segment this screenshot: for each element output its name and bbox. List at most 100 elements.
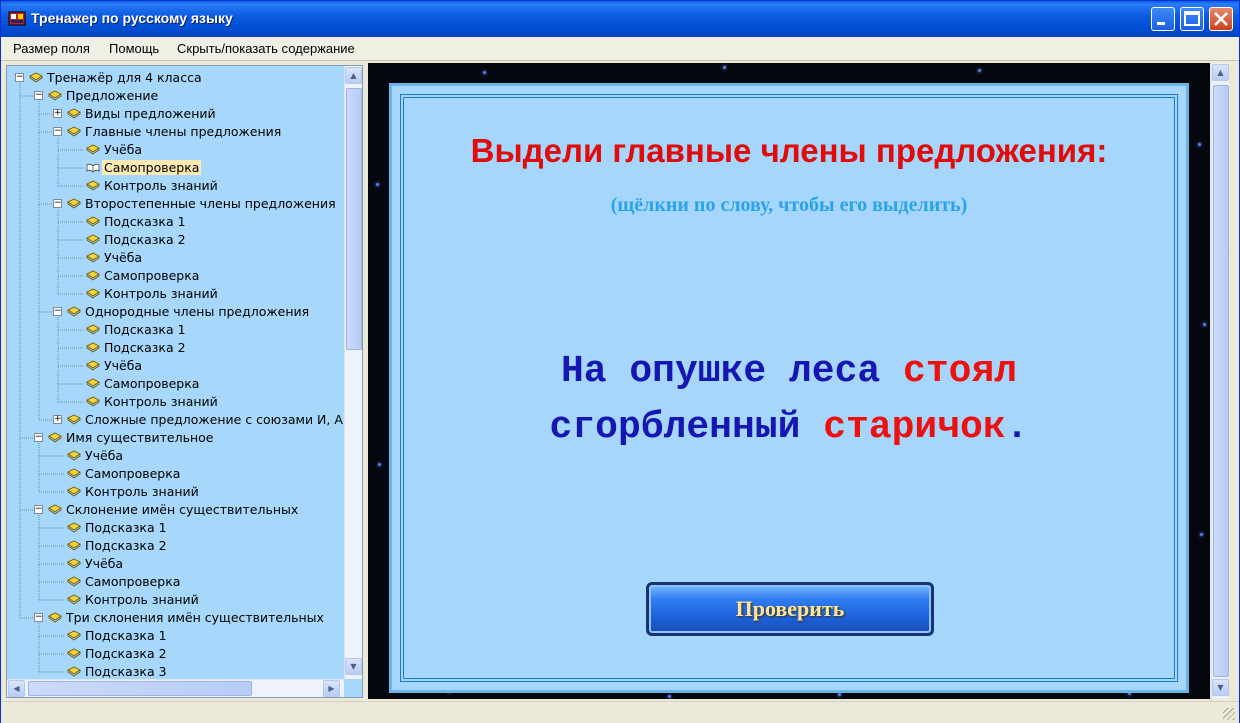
tree-item-label: Подсказка 2 bbox=[85, 538, 167, 553]
open-book-icon bbox=[86, 161, 100, 173]
scroll-thumb[interactable] bbox=[346, 88, 362, 350]
menu-help[interactable]: Помощь bbox=[109, 41, 159, 56]
maximize-button[interactable] bbox=[1180, 7, 1204, 31]
content-scroll-thumb[interactable] bbox=[1213, 85, 1229, 677]
collapse-icon[interactable]: − bbox=[34, 613, 43, 622]
content-scroll-up-button[interactable]: ▲ bbox=[1212, 64, 1229, 81]
tree-item-label: Главные члены предложения bbox=[85, 124, 282, 139]
book-icon bbox=[86, 143, 100, 155]
sentence: На опушке леса стоял сгорбленный старичок… bbox=[432, 344, 1146, 456]
book-icon bbox=[67, 197, 81, 209]
tree-item-label: Учёба bbox=[85, 556, 124, 571]
tree-item-label: Контроль знаний bbox=[104, 178, 218, 193]
tree-item-label: Учёба bbox=[85, 448, 124, 463]
tree-item-label: Имя существительное bbox=[66, 430, 214, 445]
star-icon bbox=[378, 463, 381, 466]
content-vertical-scrollbar[interactable]: ▲ ▼ bbox=[1211, 63, 1229, 699]
sentence-word[interactable]: опушке bbox=[629, 350, 766, 393]
menu-toggle-contents[interactable]: Скрыть/показать содержание bbox=[177, 41, 355, 56]
status-bar bbox=[1, 701, 1239, 723]
sentence-word[interactable]: леса bbox=[789, 350, 880, 393]
star-icon bbox=[376, 183, 379, 186]
tree-item-label: Три склонения имён существительных bbox=[66, 610, 324, 625]
star-icon bbox=[723, 66, 726, 69]
book-icon bbox=[67, 413, 81, 425]
star-icon bbox=[838, 693, 841, 696]
expand-icon[interactable]: + bbox=[53, 415, 62, 424]
close-button[interactable] bbox=[1209, 7, 1233, 31]
book-icon bbox=[67, 539, 81, 551]
book-icon bbox=[86, 269, 100, 281]
tree-item-label: Контроль знаний bbox=[104, 286, 218, 301]
minimize-icon bbox=[1157, 22, 1165, 25]
check-button[interactable]: Проверить bbox=[646, 582, 934, 636]
star-icon bbox=[1200, 533, 1203, 536]
collapse-icon[interactable]: − bbox=[34, 433, 43, 442]
star-icon bbox=[978, 69, 981, 72]
tree-item-label: Подсказка 1 bbox=[85, 520, 167, 535]
book-icon bbox=[48, 611, 62, 623]
collapse-icon[interactable]: − bbox=[15, 73, 24, 82]
scroll-up-button[interactable]: ▲ bbox=[345, 67, 362, 84]
sentence-word[interactable]: На bbox=[561, 350, 607, 393]
resize-grip-icon[interactable] bbox=[1223, 708, 1235, 720]
app-window: Тренажер по русскому языку Размер поля П… bbox=[0, 0, 1240, 723]
tree-item-label: Самопроверка bbox=[104, 376, 200, 391]
star-icon bbox=[1203, 323, 1206, 326]
tree-item-label: Контроль знаний bbox=[104, 394, 218, 409]
tree-vertical-scrollbar[interactable]: ▲ ▼ bbox=[344, 66, 362, 679]
book-icon bbox=[86, 251, 100, 263]
exercise-card: Выдели главные члены предложения: (щёлкн… bbox=[389, 83, 1189, 693]
window-title: Тренажер по русскому языку bbox=[31, 10, 233, 26]
tree-item-label: Самопроверка bbox=[104, 268, 200, 283]
book-icon bbox=[67, 557, 81, 569]
expand-icon[interactable]: + bbox=[53, 109, 62, 118]
scroll-right-button[interactable]: ▶ bbox=[323, 680, 340, 697]
star-icon bbox=[668, 695, 671, 698]
book-icon bbox=[67, 305, 81, 317]
sentence-word[interactable]: стоял bbox=[903, 350, 1017, 393]
scroll-left-button[interactable]: ◀ bbox=[8, 680, 25, 697]
book-icon bbox=[67, 593, 81, 605]
book-icon bbox=[86, 215, 100, 227]
book-icon bbox=[67, 449, 81, 461]
minimize-button[interactable] bbox=[1151, 7, 1175, 31]
book-icon bbox=[29, 71, 43, 83]
menu-field-size[interactable]: Размер поля bbox=[13, 41, 90, 56]
book-icon bbox=[86, 395, 100, 407]
sentence-word[interactable]: сгорбленный bbox=[550, 406, 801, 449]
tree-item-label: Предложение bbox=[66, 88, 159, 103]
collapse-icon[interactable]: − bbox=[34, 91, 43, 100]
tree-item-label: Самопроверка bbox=[85, 574, 181, 589]
scroll-down-button[interactable]: ▼ bbox=[345, 658, 362, 675]
tree-item-label: Подсказка 3 bbox=[85, 664, 167, 679]
book-icon bbox=[86, 179, 100, 191]
book-icon bbox=[67, 647, 81, 659]
book-icon bbox=[86, 323, 100, 335]
collapse-icon[interactable]: − bbox=[53, 307, 62, 316]
tree-item-label: Учёба bbox=[104, 358, 143, 373]
tree-item-label: Виды предложений bbox=[85, 106, 216, 121]
tree-horizontal-scrollbar[interactable]: ◀ ▶ bbox=[7, 679, 344, 697]
collapse-icon[interactable]: − bbox=[34, 505, 43, 514]
collapse-icon[interactable]: − bbox=[53, 127, 62, 136]
book-icon bbox=[67, 575, 81, 587]
sentence-word[interactable]: старичок bbox=[823, 406, 1005, 449]
exercise-heading: Выдели главные члены предложения: bbox=[470, 132, 1108, 169]
book-icon bbox=[86, 287, 100, 299]
collapse-icon[interactable]: − bbox=[53, 199, 62, 208]
tree-item-label: Тренажёр для 4 класса bbox=[47, 70, 202, 85]
star-icon bbox=[1198, 143, 1201, 146]
contents-tree[interactable]: − Тренажёр для 4 класса − Предложение + Виды … bbox=[6, 65, 363, 698]
tree-item-label: Однородные члены предложения bbox=[85, 304, 310, 319]
exercise-area: Выдели главные члены предложения: (щёлкн… bbox=[368, 63, 1210, 699]
h-scroll-thumb[interactable] bbox=[28, 681, 252, 696]
tree-item-label: Подсказка 1 bbox=[104, 322, 186, 337]
title-bar[interactable]: Тренажер по русскому языку bbox=[1, 1, 1239, 37]
tree-item-label: Контроль знаний bbox=[85, 592, 199, 607]
tree-item-label: Самопроверка bbox=[85, 466, 181, 481]
book-icon bbox=[67, 665, 81, 677]
tree-item-label: Подсказка 2 bbox=[104, 340, 186, 355]
content-scroll-down-button[interactable]: ▼ bbox=[1212, 679, 1229, 696]
book-icon bbox=[67, 107, 81, 119]
